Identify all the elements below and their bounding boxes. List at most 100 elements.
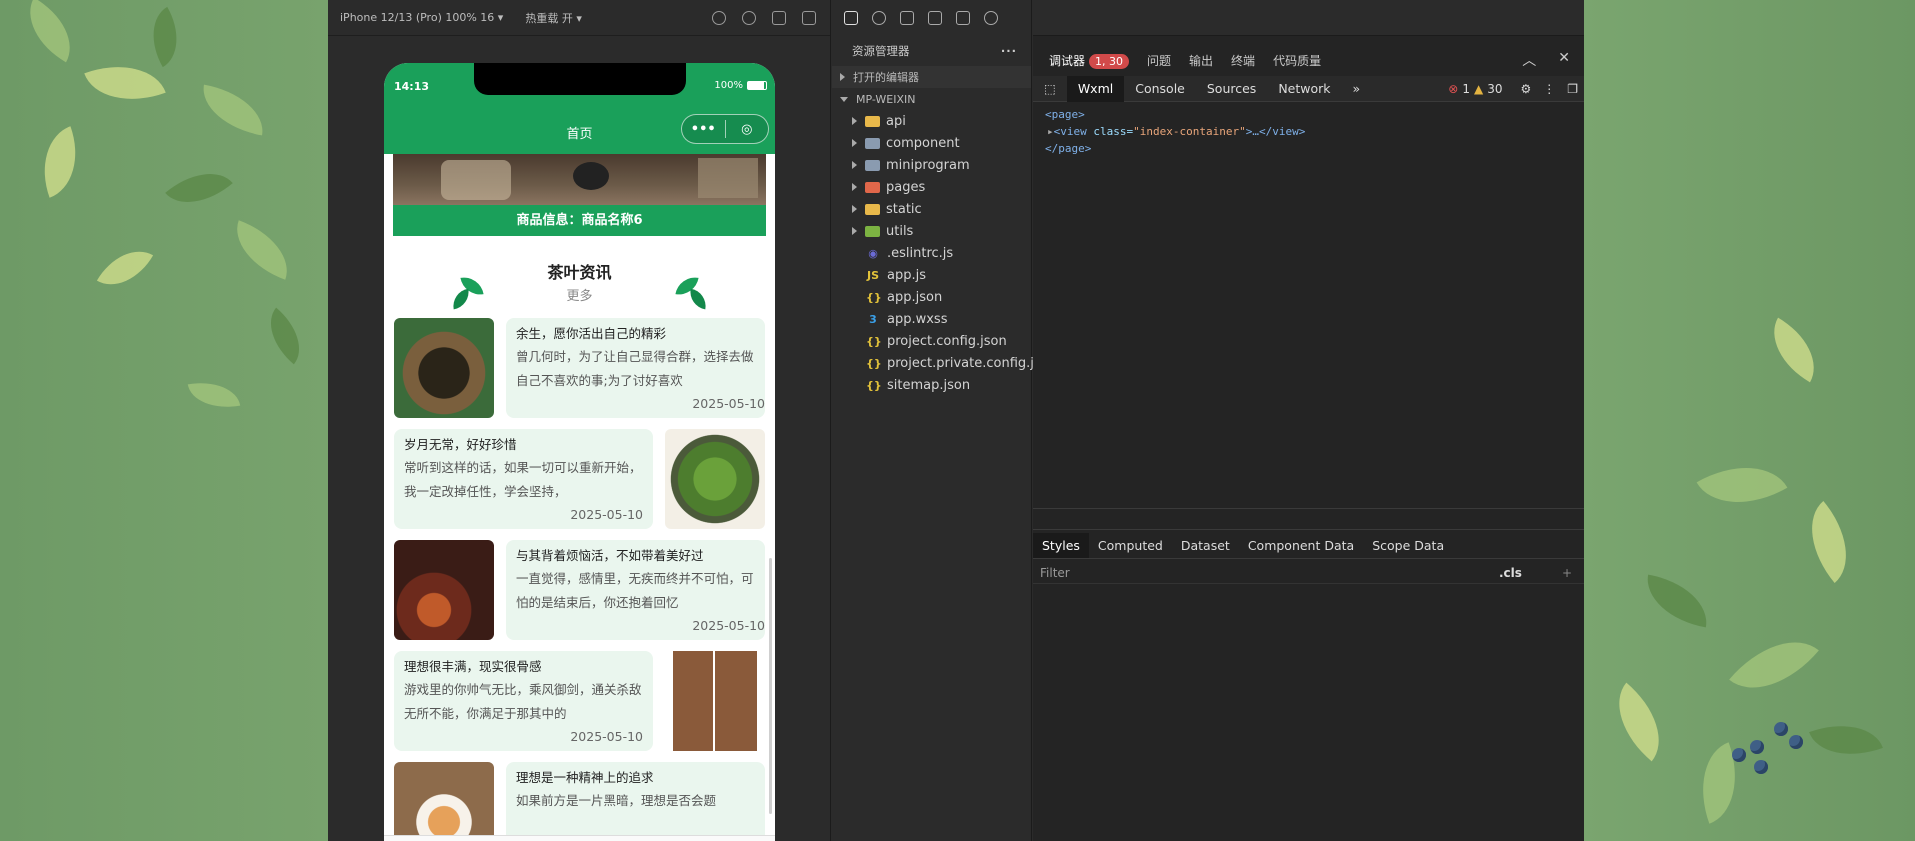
- news-title: 余生，愿你活出自己的精彩: [516, 326, 667, 341]
- debug-icon[interactable]: [956, 11, 970, 25]
- product-banner-image[interactable]: [393, 154, 766, 205]
- json-file-icon: {}: [866, 334, 882, 348]
- dark-tea-leaves-image: [394, 318, 494, 418]
- search-icon[interactable]: [872, 11, 886, 25]
- folder-icon: [865, 159, 880, 171]
- page-scrollbar[interactable]: [769, 558, 772, 814]
- ide-window: iPhone 12/13 (Pro) 100% 16 ▾ 热重载 开 ▾ 14:…: [328, 0, 1584, 841]
- files-icon[interactable]: [844, 11, 858, 25]
- phone-icon[interactable]: [772, 10, 786, 25]
- news-summary: 游戏里的你帅气无比，乘风御剑，通关杀敌无所不能，你满足于那其中的: [404, 682, 642, 721]
- news-item[interactable]: 余生，愿你活出自己的精彩 曾几何时，为了让自己显得合群，选择去做自己不喜欢的事;…: [394, 318, 765, 419]
- more-tabs-icon[interactable]: »: [1342, 76, 1372, 102]
- warning-icon: ▲: [1473, 81, 1484, 96]
- tab-scope-data[interactable]: Scope Data: [1363, 533, 1453, 558]
- news-title: 岁月无常，好好珍惜: [404, 437, 517, 452]
- open-editors-section[interactable]: 打开的编辑器: [832, 66, 1031, 88]
- stop-icon[interactable]: [742, 10, 756, 25]
- news-item[interactable]: 理想是一种精神上的追求 如果前方是一片黑暗，理想是否会题: [394, 762, 765, 841]
- news-item[interactable]: 理想很丰满，现实很骨感 游戏里的你帅气无比，乘风御剑，通关杀敌无所不能，你满足于…: [394, 651, 765, 752]
- source-control-icon[interactable]: [900, 11, 914, 25]
- project-section[interactable]: MP-WEIXIN: [832, 88, 1031, 110]
- close-circle-icon[interactable]: ◎: [726, 122, 769, 137]
- devtools-toolbar: [1033, 0, 1584, 36]
- tab-code-quality[interactable]: 代码质量: [1273, 52, 1321, 69]
- tab-network[interactable]: Network: [1267, 76, 1341, 102]
- tab-styles[interactable]: Styles: [1033, 533, 1089, 558]
- news-date: 2025-05-10: [570, 729, 643, 744]
- news-summary: 曾几何时，为了让自己显得合群，选择去做自己不喜欢的事;为了讨好喜欢: [516, 349, 754, 388]
- explorer-more-icon[interactable]: ···: [1001, 44, 1017, 58]
- file-project.config.json[interactable]: {} project.config.json: [832, 330, 1031, 352]
- file-explorer: 资源管理器 ··· 打开的编辑器 MP-WEIXIN api component m…: [832, 0, 1053, 841]
- css-file-icon: 3: [869, 312, 877, 326]
- folder-api[interactable]: api: [832, 110, 1031, 132]
- folder-utils-icon: [865, 225, 880, 237]
- leaf-left-icon: [450, 276, 484, 310]
- collapse-icon[interactable]: ︿: [1522, 50, 1536, 70]
- tab-console[interactable]: Console: [1124, 76, 1196, 102]
- filter-input[interactable]: Filter: [1040, 566, 1070, 580]
- file-app.json[interactable]: {} app.json: [832, 286, 1031, 308]
- file-sitemap.json[interactable]: {} sitemap.json: [832, 374, 1031, 396]
- section-title: 茶叶资讯: [547, 263, 612, 282]
- more-link[interactable]: 更多: [384, 285, 775, 304]
- window-icon[interactable]: [802, 10, 816, 25]
- panel-splitter[interactable]: [1033, 508, 1584, 530]
- tab-component-data[interactable]: Component Data: [1239, 533, 1363, 558]
- tab-bar[interactable]: [384, 835, 775, 841]
- cls-button[interactable]: .cls: [1499, 566, 1522, 580]
- error-warning-counter[interactable]: ⊗ 1 ▲ 30 ⚙ ⋮ ❐: [1448, 82, 1578, 96]
- news-item[interactable]: 岁月无常，好好珍惜 常听到这样的话，如果一切可以重新开始，我一定改掉任性，学会坚…: [394, 429, 765, 530]
- tab-debugger[interactable]: 调试器 1, 30: [1049, 52, 1130, 69]
- hot-reload-toggle[interactable]: 热重载 开 ▾: [525, 10, 582, 26]
- tab-output[interactable]: 输出: [1189, 52, 1213, 69]
- goods-info-label[interactable]: 商品信息：商品名称6: [393, 205, 766, 236]
- more-menu-icon[interactable]: •••: [682, 122, 725, 137]
- folder-utils[interactable]: utils: [832, 220, 1031, 242]
- inspect-icon[interactable]: ⬚: [1033, 76, 1067, 102]
- black-tea-cup-image: [394, 540, 494, 640]
- battery-status: 100%: [714, 80, 767, 91]
- refresh-icon[interactable]: [712, 10, 726, 25]
- extensions-icon[interactable]: [928, 11, 942, 25]
- news-item[interactable]: 与其背着烦恼活，不如带着美好过 一直觉得，感情里，无疾而终并不可怕，可怕的是结束…: [394, 540, 765, 641]
- cloud-icon[interactable]: [984, 11, 998, 25]
- file-project.private.config.js...[interactable]: {} project.private.config.js...: [832, 352, 1053, 374]
- green-tea-bowl-image: [665, 429, 765, 529]
- news-title: 与其背着烦恼活，不如带着美好过: [516, 548, 704, 563]
- file-app.js[interactable]: JS app.js: [832, 264, 1031, 286]
- device-select[interactable]: iPhone 12/13 (Pro) 100% 16 ▾: [340, 11, 503, 24]
- json-file-icon: {}: [866, 378, 882, 392]
- devtools-tabs: 调试器 1, 30 问题 输出 终端 代码质量 ︿ ✕: [1033, 44, 1584, 76]
- tab-sources[interactable]: Sources: [1196, 76, 1267, 102]
- tab-problems[interactable]: 问题: [1147, 52, 1171, 69]
- tab-dataset[interactable]: Dataset: [1172, 533, 1239, 558]
- tab-terminal[interactable]: 终端: [1231, 52, 1255, 69]
- news-summary: 常听到这样的话，如果一切可以重新开始，我一定改掉任性，学会坚持，: [404, 460, 642, 499]
- background-left: [0, 0, 328, 841]
- wxml-tree[interactable]: <page> ▸<view class="index-container">…<…: [1033, 102, 1584, 161]
- devtools-panel: 调试器 1, 30 问题 输出 终端 代码质量 ︿ ✕ ⬚ Wxml Console…: [1033, 0, 1584, 841]
- background-right: [1584, 0, 1915, 841]
- explorer-title: 资源管理器 ···: [852, 44, 1017, 58]
- add-style-icon[interactable]: +: [1562, 566, 1572, 580]
- kebab-icon: ⋮: [1543, 81, 1556, 96]
- phone-notch: [474, 63, 686, 95]
- simulator-panel: iPhone 12/13 (Pro) 100% 16 ▾ 热重载 开 ▾ 14:…: [328, 0, 988, 841]
- close-icon[interactable]: ✕: [1558, 50, 1570, 70]
- tab-computed[interactable]: Computed: [1089, 533, 1172, 558]
- folder-component[interactable]: component: [832, 132, 1031, 154]
- gear-icon: ⚙: [1520, 81, 1532, 96]
- file-.eslintrc.js[interactable]: ◉ .eslintrc.js: [832, 242, 1031, 264]
- capsule-button[interactable]: ••• ◎: [681, 114, 769, 144]
- js-file-icon: JS: [866, 268, 879, 282]
- news-date: 2025-05-10: [692, 618, 765, 633]
- tea-news-header: 茶叶资讯 更多: [384, 246, 775, 318]
- folder-miniprogram[interactable]: miniprogram: [832, 154, 1031, 176]
- folder-api-icon: [865, 115, 880, 127]
- file-app.wxss[interactable]: 3 app.wxss: [832, 308, 1031, 330]
- folder-static[interactable]: static: [832, 198, 1031, 220]
- folder-pages[interactable]: pages: [832, 176, 1031, 198]
- tab-wxml[interactable]: Wxml: [1066, 75, 1125, 102]
